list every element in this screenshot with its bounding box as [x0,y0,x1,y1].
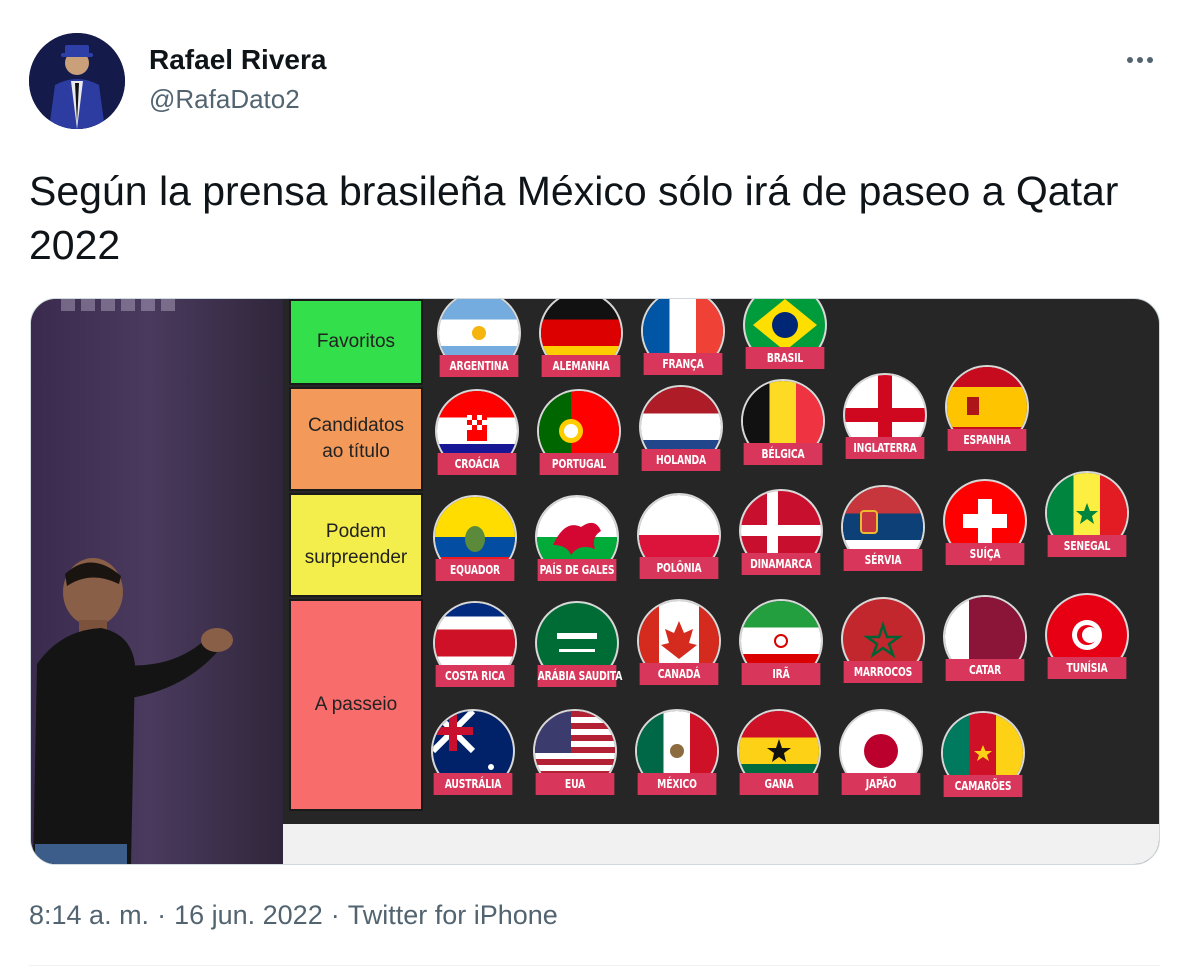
flag-polonia: POLÔNIA [631,495,727,591]
avatar[interactable] [29,33,125,129]
tweet-date[interactable]: 16 jun. 2022 [174,900,323,930]
studio-background [31,299,293,864]
flag-eua: EUA [527,711,623,807]
flag-espanha: ESPANHA [939,367,1035,463]
flag-label: INGLATERRA [845,437,925,459]
separator: · [330,900,340,930]
flag-label: BÉLGICA [743,443,823,465]
tweet-text: Según la prensa brasileña México sólo ir… [29,168,1119,268]
flag-tunisia: TUNÍSIA [1039,595,1135,691]
flag-alemanha: ALEMANHA [533,299,629,389]
flag-label: BRASIL [745,347,825,369]
flag-arabia-saudita: ARÁBIA SAUDITA [529,603,625,699]
flag-marrocos: MARROCOS [835,599,931,695]
flag-mexico: MÉXICO [629,711,725,807]
flag-equador: EQUADOR [427,497,523,593]
flag-canada: CANADÁ [631,601,727,697]
more-horizontal-icon[interactable] [1120,42,1160,78]
tier-list-board: Favoritos Candidatos ao título Podem sur… [283,299,1159,864]
flag-gana: GANA [731,711,827,807]
flag-label: CROÁCIA [437,453,517,475]
flag-label: AUSTRÁLIA [433,773,513,795]
display-name[interactable]: Rafael Rivera [149,44,326,76]
tweet: Rafael Rivera @RafaDato2 Según la prensa… [0,0,1192,972]
studio-logo [61,299,181,311]
separator: · [157,900,167,930]
flag-australia: AUSTRÁLIA [425,711,521,807]
flag-label: ESPANHA [947,429,1027,451]
flag-dinamarca: DINAMARCA [733,491,829,587]
flag-label: MARROCOS [843,661,923,683]
flag-label: SÉRVIA [843,549,923,571]
flag-label: JAPÃO [841,773,921,795]
flag-label: HOLANDA [641,449,721,471]
avatar-image [29,33,125,129]
flag-label: CATAR [945,659,1025,681]
tier-favoritos: Favoritos [289,299,423,385]
tier-a-passeio: A passeio [289,599,423,811]
flag-croacia: CROÁCIA [429,391,525,487]
flag-senegal: SENEGAL [1039,473,1135,569]
divider [29,965,1160,966]
flag-holanda: HOLANDA [633,387,729,483]
tweet-source[interactable]: Twitter for iPhone [348,900,558,930]
flag-label: ARÁBIA SAUDITA [537,665,622,687]
flag-label: DINAMARCA [741,553,821,575]
flag-label: SENEGAL [1047,535,1127,557]
flag-brasil: BRASIL [737,299,833,381]
flag-catar: CATAR [937,597,1033,693]
tier-candidatos: Candidatos ao título [289,387,423,491]
flag-label: MÉXICO [637,773,717,795]
tweet-timestamp: 8:14 a. m. · 16 jun. 2022 · Twitter for iPho… [29,900,558,931]
flag-label: PAÍS DE GALES [537,559,617,581]
flag-argentina: ARGENTINA [431,299,527,389]
flag-japao: JAPÃO [833,711,929,807]
tweet-time[interactable]: 8:14 a. m. [29,900,149,930]
flag-label: POLÔNIA [639,557,719,579]
flag-franca: FRANÇA [635,299,731,387]
flag-label: COSTA RICA [435,665,515,687]
flag-belgica: BÉLGICA [735,381,831,477]
flag-label: ARGENTINA [439,355,519,377]
presenter-figure [33,558,233,864]
flag-ira: IRÃ [733,601,829,697]
flag-label: EQUADOR [435,559,515,581]
flag-suica: SUÍÇA [937,481,1033,577]
flag-inglaterra: INGLATERRA [837,375,933,471]
flag-label: SUÍÇA [945,543,1025,565]
flag-costa-rica: COSTA RICA [427,603,523,699]
flag-label: EUA [535,773,615,795]
flag-portugal: PORTUGAL [531,391,627,487]
flag-label: FRANÇA [643,353,723,375]
flag-camaroes: CAMARÕES [935,713,1031,809]
user-handle[interactable]: @RafaDato2 [149,84,300,115]
flag-label: TUNÍSIA [1047,657,1127,679]
flag-label: GANA [739,773,819,795]
flag-label: IRÃ [741,663,821,685]
tweet-media-image[interactable]: Favoritos Candidatos ao título Podem sur… [30,298,1160,865]
flag-label: PORTUGAL [539,453,619,475]
tier-podem-surpreender: Podem surpreender [289,493,423,597]
flag-servia: SÉRVIA [835,487,931,583]
flag-pais-de-gales: PAÍS DE GALES [529,497,625,593]
flag-label: CAMARÕES [943,775,1023,797]
flag-label: ALEMANHA [541,355,621,377]
flag-label: CANADÁ [639,663,719,685]
